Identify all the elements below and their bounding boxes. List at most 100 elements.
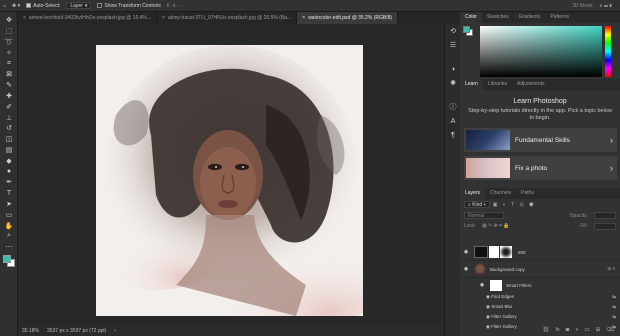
mask-icon[interactable]: ◙ — [566, 327, 569, 336]
fill-field[interactable] — [594, 222, 616, 230]
path-select-icon[interactable]: ➤ — [0, 199, 18, 210]
learn-panel-tabs: Learn Libraries Adjustments — [460, 79, 620, 90]
home-icon[interactable]: ⌂ — [3, 3, 6, 9]
tab-swatches[interactable]: Swatches — [482, 12, 514, 23]
zoom-level[interactable]: 35.18% — [22, 328, 39, 334]
move-tool-indicator[interactable]: ✥ ▾ — [12, 3, 20, 9]
paragraph-icon[interactable]: ¶ — [445, 128, 461, 142]
trash-icon[interactable]: ⌫ — [606, 327, 614, 336]
lock-label: Lock: — [464, 223, 476, 229]
filter-row[interactable]: ◉ Filter Gallery ⇋ — [460, 312, 620, 322]
tab-watercolor[interactable]: × watercolor-edit.psd @ 35.2% (RGB/8) — [297, 12, 399, 24]
filter-options-icon[interactable]: ⇋ — [612, 304, 616, 310]
fundamental-skills-card[interactable]: Fundamental Skills › — [464, 128, 617, 152]
layer-row[interactable]: ◉ 500 — [460, 244, 620, 261]
dodge-icon[interactable]: ● — [0, 166, 18, 177]
character-icon[interactable]: A — [445, 114, 461, 128]
dropdown-value: Layer — [70, 2, 83, 9]
search-icon[interactable]: ⌕ ▭ ⇪ — [600, 3, 612, 9]
layers-panel-tabs: Layers Channels Paths — [460, 188, 620, 199]
filter-row[interactable]: ◉ Smart Blur ⇋ — [460, 302, 620, 312]
folder-icon[interactable]: ▭ — [584, 327, 589, 336]
eraser-icon[interactable]: ◫ — [0, 134, 18, 145]
dropdown-value: Normal — [468, 213, 485, 219]
layer-filter-row: ⌕ Kind ▾ ▣ ◐ T ⊡ ⬟ — [460, 199, 620, 210]
zoom-icon[interactable]: ⌕ — [0, 231, 18, 242]
lightbulb-icon[interactable]: ✺ — [445, 76, 461, 90]
clone-stamp-icon[interactable]: ⊥ — [0, 112, 18, 123]
tab-channels[interactable]: Channels — [485, 188, 516, 199]
tab-learn[interactable]: Learn — [460, 79, 483, 90]
tab-adjustments[interactable]: Adjustments — [512, 79, 550, 90]
filter-icons[interactable]: ▣ ◐ T ⊡ ⬟ — [493, 202, 536, 208]
filter-row[interactable]: ◉ Find Edges ⇋ — [460, 292, 620, 302]
gradient-icon[interactable]: ▤ — [0, 145, 18, 156]
transform-controls-checkbox[interactable]: Show Transform Controls — [97, 2, 161, 9]
new-layer-icon[interactable]: ⊞ — [596, 327, 601, 336]
history-brush-icon[interactable]: ↺ — [0, 123, 18, 134]
tab-color[interactable]: Color — [460, 12, 482, 23]
smart-filters-label: Smart Filters — [506, 282, 532, 288]
info-icon[interactable]: ⓘ — [445, 100, 461, 114]
chevron-right-icon[interactable]: › — [114, 328, 116, 334]
properties-icon[interactable]: ☰ — [445, 38, 461, 52]
auto-select-target-dropdown[interactable]: Layer ▾ — [66, 2, 92, 9]
opacity-label: Opacity: — [569, 212, 588, 219]
close-icon[interactable]: × — [162, 12, 165, 24]
opacity-field[interactable] — [594, 212, 616, 219]
smart-filters-row[interactable]: ◉ Smart Filters — [460, 278, 620, 292]
color-icon[interactable]: ◑ — [445, 62, 461, 76]
kind-filter-dropdown[interactable]: ⌕ Kind ▾ — [464, 201, 490, 208]
blur-icon[interactable]: ◆ — [0, 155, 18, 166]
close-icon[interactable]: × — [23, 12, 26, 24]
checkbox-icon — [26, 3, 32, 8]
crop-icon[interactable]: ⌗ — [0, 58, 18, 69]
eye-icon[interactable]: ◉ — [460, 266, 472, 272]
adjustment-icon[interactable]: ◑ — [575, 327, 578, 336]
eye-icon[interactable]: ◉ — [460, 249, 472, 255]
magic-wand-icon[interactable]: ✧ — [0, 47, 18, 58]
tab-aimee[interactable]: × aimee-bechtold-3402kvtHhOs-unsplash.jp… — [18, 12, 158, 24]
pen-icon[interactable]: ✒ — [0, 177, 18, 188]
auto-select-checkbox[interactable]: Auto-Select: — [26, 3, 60, 9]
lasso-icon[interactable]: ➰ — [0, 37, 18, 48]
transform-label: Show Transform Controls — [104, 2, 161, 9]
move-icon[interactable]: ✥ — [0, 15, 18, 26]
fx-icon[interactable]: fx — [555, 327, 559, 336]
tab-gradients[interactable]: Gradients — [514, 12, 546, 23]
history-icon[interactable]: ⟲ — [445, 24, 461, 38]
fg-bg-swatch[interactable] — [463, 26, 473, 36]
eyedropper-icon[interactable]: ✎ — [0, 80, 18, 91]
card-label: Fix a photo — [515, 164, 548, 172]
tab-alony[interactable]: × alony-haust-3TLl_97HNJo-unsplash.jpg @… — [157, 12, 298, 24]
brush-icon[interactable]: ✐ — [0, 101, 18, 112]
hue-slider[interactable] — [605, 26, 611, 77]
chevron-right-icon: › — [610, 135, 613, 145]
tab-paths[interactable]: Paths — [516, 188, 539, 199]
frame-icon[interactable]: ⊠ — [0, 69, 18, 80]
blend-mode-dropdown[interactable]: Normal — [464, 212, 504, 219]
type-icon[interactable]: T — [0, 188, 18, 199]
align-icons[interactable]: ⫴ ⫶ ⫵ ⋯ — [167, 3, 182, 9]
healing-icon[interactable]: ✚ — [0, 91, 18, 102]
more-icon[interactable]: ⋯ — [0, 242, 18, 253]
hand-icon[interactable]: ✋ — [0, 220, 18, 231]
lock-icons[interactable]: ▦ ✎ ✥ ⌗ 🔒 — [482, 223, 510, 229]
tab-libraries[interactable]: Libraries — [483, 79, 512, 90]
close-icon[interactable]: × — [302, 12, 305, 24]
layer-row[interactable]: ◉ Background copy ⊙ ˄ — [460, 261, 620, 278]
color-field[interactable] — [480, 26, 602, 77]
rectangle-icon[interactable]: ▭ — [0, 209, 18, 220]
dropdown-value: Kind — [472, 202, 483, 208]
color-swatch-icon[interactable] — [0, 253, 18, 269]
link-icon[interactable]: ⛓ — [542, 327, 549, 336]
marquee-icon[interactable]: ⬚ — [0, 26, 18, 37]
blend-row: Normal Opacity: — [460, 210, 620, 221]
document-canvas[interactable] — [96, 45, 363, 316]
eye-icon[interactable]: ◉ — [476, 282, 488, 288]
filter-options-icon[interactable]: ⇋ — [612, 294, 616, 300]
filter-options-icon[interactable]: ⇋ — [612, 314, 616, 320]
tab-layers[interactable]: Layers — [460, 188, 486, 199]
tab-patterns[interactable]: Patterns — [545, 12, 574, 23]
fix-photo-card[interactable]: Fix a photo › — [464, 156, 617, 180]
